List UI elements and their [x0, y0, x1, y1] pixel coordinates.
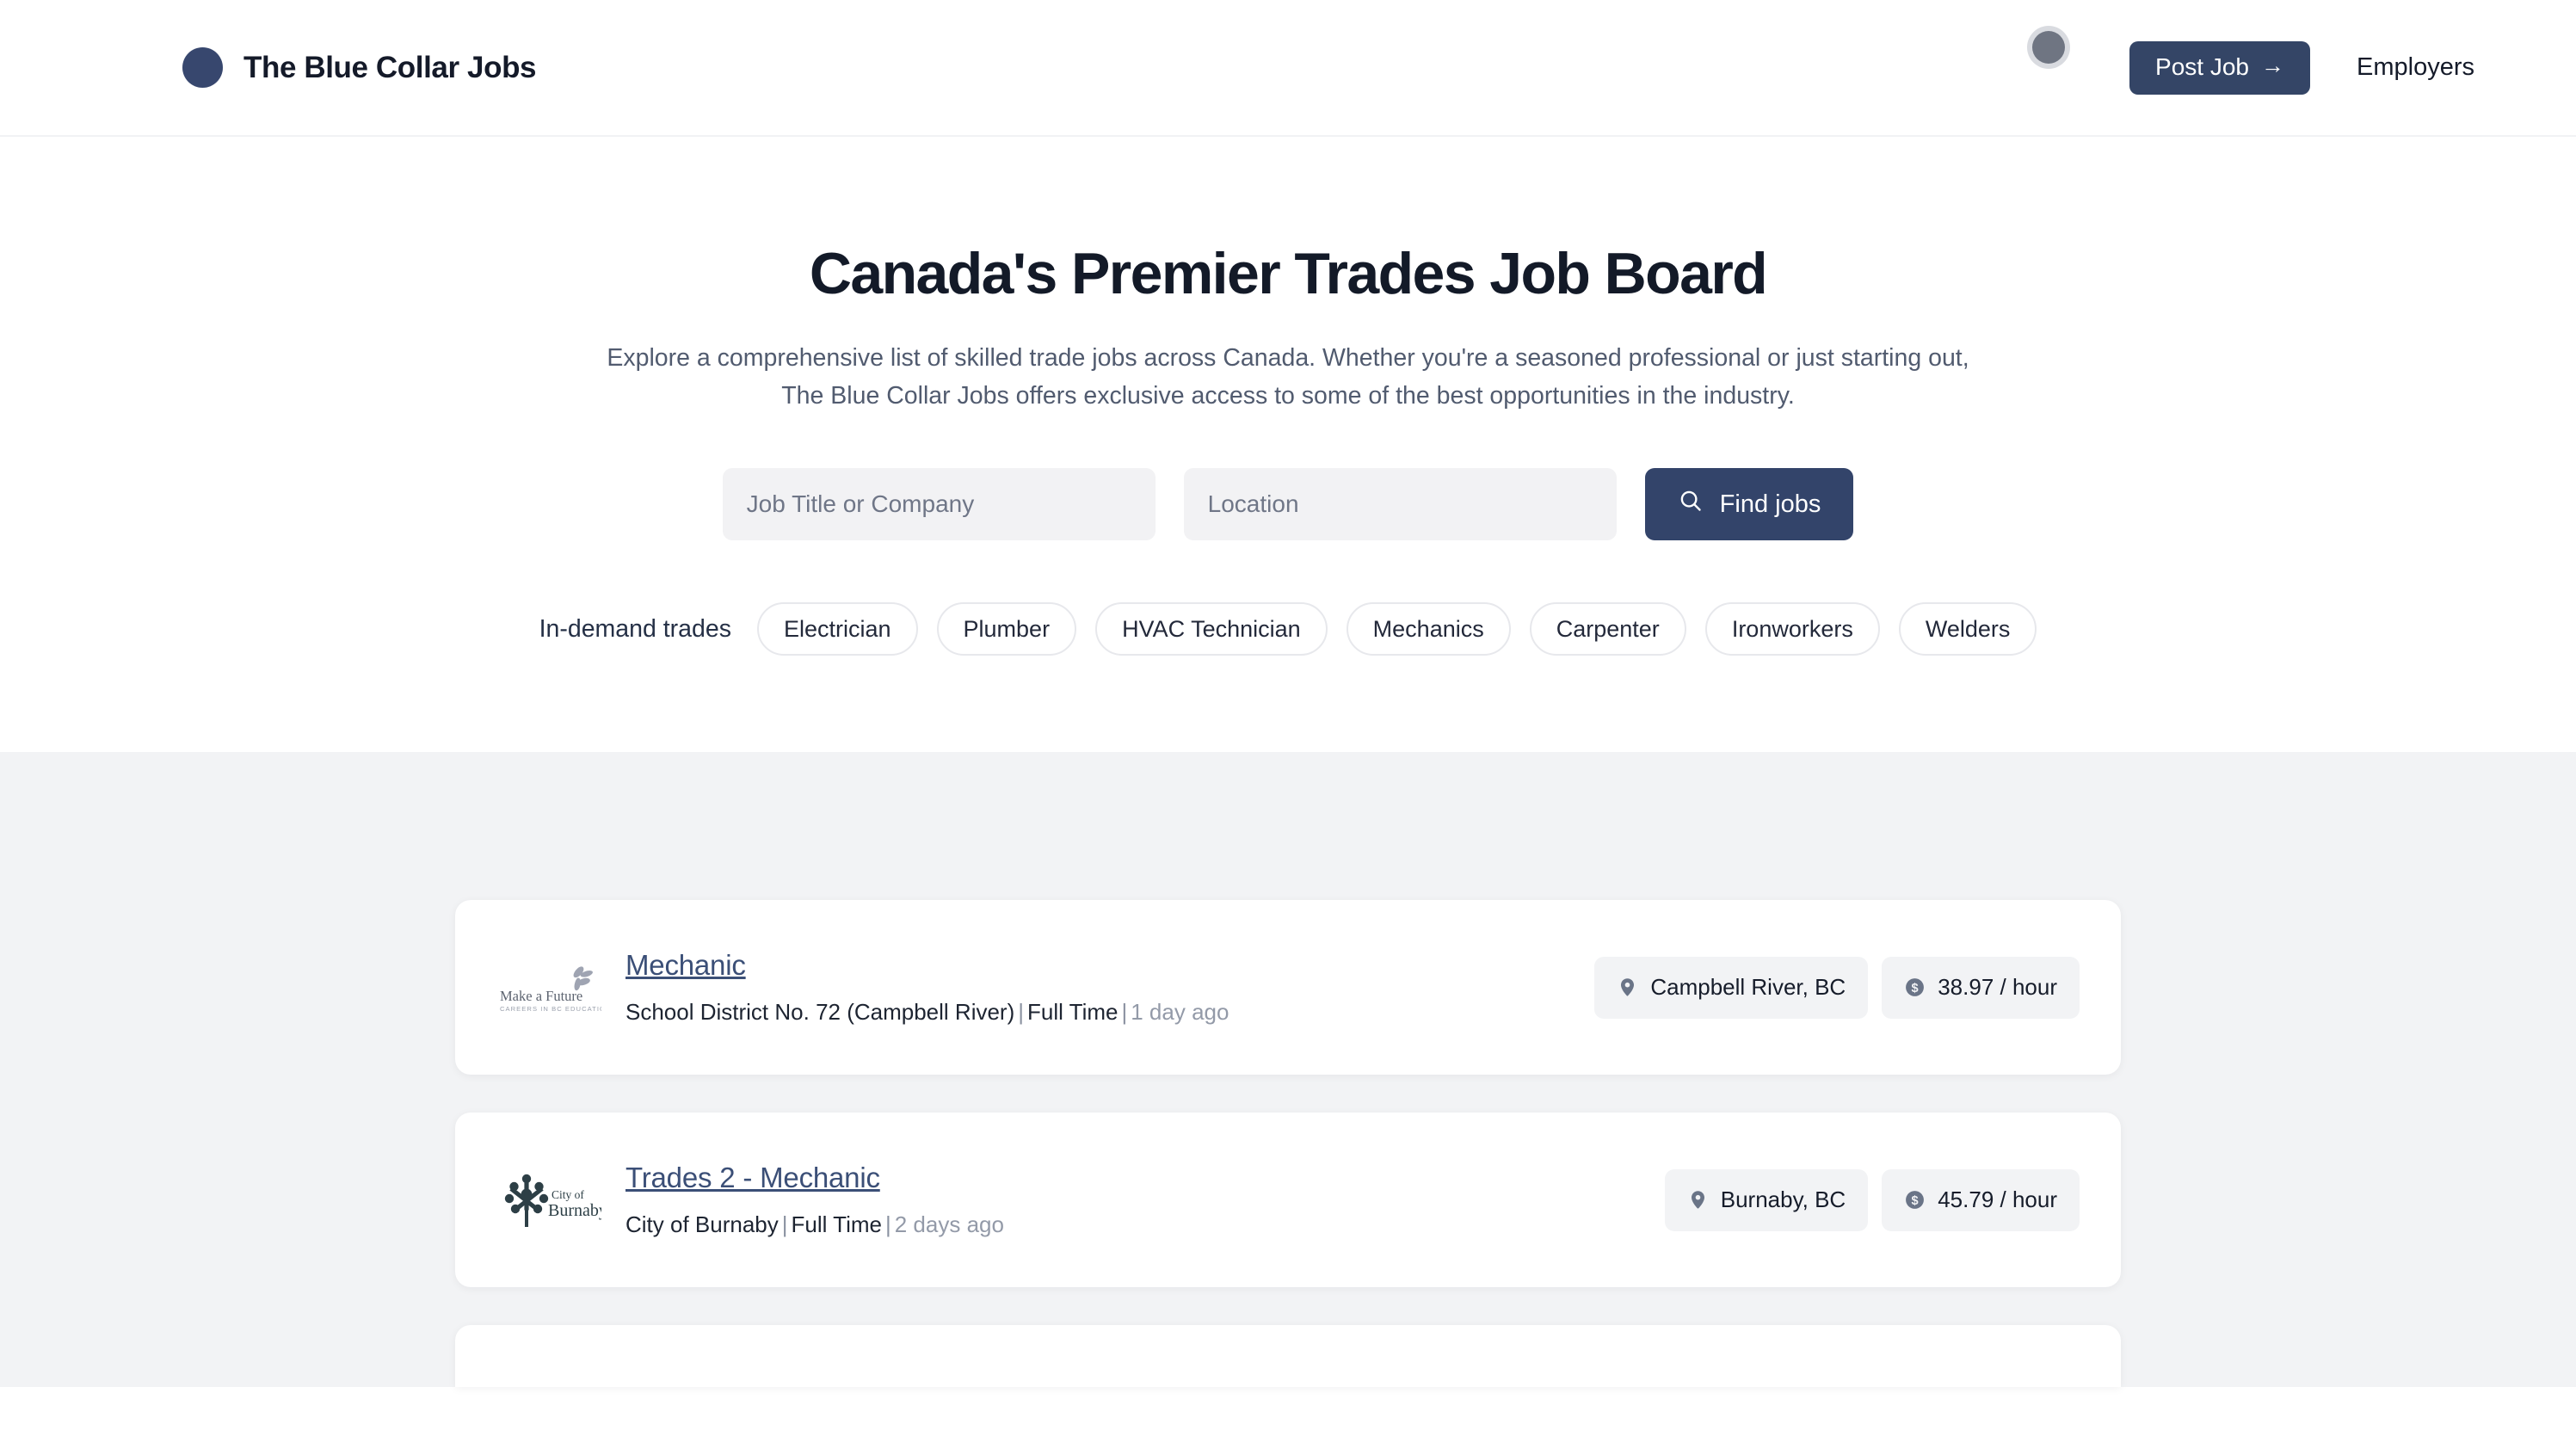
pay-text: 38.97 / hour [1938, 974, 2057, 1001]
arrow-right-icon: → [2261, 52, 2284, 78]
job-card-body: Trades 2 - Mechanic City of Burnaby | Full… [601, 1162, 1665, 1238]
location-input[interactable] [1183, 468, 1617, 541]
location-text: Campbell River, BC [1650, 974, 1846, 1001]
meta-separator: | [781, 1211, 788, 1238]
trade-chip-plumber[interactable]: Plumber [936, 602, 1077, 656]
job-employment-type: Full Time [1027, 999, 1119, 1026]
pay-badge: $ 38.97 / hour [1882, 956, 2080, 1019]
svg-text:Burnaby: Burnaby [548, 1201, 601, 1220]
employers-link[interactable]: Employers [2357, 53, 2474, 82]
job-meta: City of Burnaby | Full Time | 2 days ago [626, 1211, 1665, 1238]
trade-chip-hvac-technician[interactable]: HVAC Technician [1095, 602, 1328, 656]
brand-logo-icon [182, 47, 223, 88]
job-title-link[interactable]: Mechanic [626, 949, 746, 982]
job-company: City of Burnaby [626, 1211, 779, 1238]
svg-text:CAREERS IN BC EDUCATION: CAREERS IN BC EDUCATION [500, 1005, 601, 1013]
search-icon [1678, 488, 1704, 521]
trade-chip-electrician[interactable]: Electrician [756, 602, 918, 656]
meta-separator: | [884, 1211, 891, 1238]
dollar-circle-icon: $ [1904, 1189, 1926, 1211]
meta-separator: | [1018, 999, 1025, 1026]
map-pin-icon [1617, 977, 1638, 998]
job-card[interactable]: Make a Future CAREERS IN BC EDUCATION Me… [455, 900, 2121, 1076]
mouse-cursor-indicator [2032, 31, 2065, 64]
hero-section: Canada's Premier Trades Job Board Explor… [0, 137, 2576, 753]
site-header: The Blue Collar Jobs Post Job → Employer… [0, 0, 2576, 137]
brand-name: The Blue Collar Jobs [243, 50, 537, 84]
in-demand-trades: In-demand trades Electrician Plumber HVA… [0, 602, 2576, 752]
in-demand-trades-label: In-demand trades [539, 614, 731, 643]
trade-chip-welders[interactable]: Welders [1898, 602, 2037, 656]
pay-text: 45.79 / hour [1938, 1187, 2057, 1213]
post-job-label: Post Job [2155, 52, 2249, 80]
trade-chip-mechanics[interactable]: Mechanics [1346, 602, 1511, 656]
svg-text:Make a Future: Make a Future [500, 988, 582, 1004]
job-title-link[interactable]: Trades 2 - Mechanic [626, 1162, 880, 1194]
svg-text:$: $ [1912, 982, 1919, 995]
job-posted-age: 1 day ago [1131, 999, 1229, 1026]
job-badges: Burnaby, BC $ 45.79 / hour [1664, 1168, 2080, 1231]
job-meta: School District No. 72 (Campbell River) |… [626, 999, 1594, 1026]
find-jobs-label: Find jobs [1719, 490, 1821, 518]
make-a-future-logo-icon: Make a Future CAREERS IN BC EDUCATION [495, 956, 601, 1020]
svg-text:$: $ [1912, 1194, 1919, 1208]
page-title: Canada's Premier Trades Job Board [809, 241, 1768, 306]
pay-badge: $ 45.79 / hour [1882, 1168, 2080, 1231]
search-bar: Find jobs [0, 468, 2576, 541]
job-badges: Campbell River, BC $ 38.97 / hour [1594, 956, 2080, 1019]
job-card[interactable]: City of Burnaby Trades 2 - Mechanic City… [455, 1113, 2121, 1288]
map-pin-icon [1687, 1189, 1709, 1211]
brand[interactable]: The Blue Collar Jobs [182, 47, 537, 88]
trade-chip-ironworkers[interactable]: Ironworkers [1704, 602, 1880, 656]
meta-separator: | [1121, 999, 1128, 1026]
job-posted-age: 2 days ago [894, 1211, 1004, 1238]
job-listings: Make a Future CAREERS IN BC EDUCATION Me… [455, 900, 2121, 1388]
city-of-burnaby-logo-icon: City of Burnaby [495, 1168, 601, 1232]
location-text: Burnaby, BC [1720, 1187, 1846, 1213]
job-title-input[interactable] [722, 468, 1156, 541]
job-employment-type: Full Time [791, 1211, 882, 1238]
job-company: School District No. 72 (Campbell River) [626, 999, 1015, 1026]
header-nav: Post Job → Employers [2129, 40, 2474, 95]
find-jobs-button[interactable]: Find jobs [1644, 468, 1854, 541]
location-badge: Burnaby, BC [1664, 1168, 1869, 1231]
hero-subtitle: Explore a comprehensive list of skilled … [607, 343, 1969, 410]
dollar-circle-icon: $ [1904, 977, 1926, 998]
location-badge: Campbell River, BC [1594, 956, 1869, 1019]
trade-chip-carpenter[interactable]: Carpenter [1529, 602, 1686, 656]
svg-text:City of: City of [552, 1188, 584, 1201]
job-card[interactable] [455, 1325, 2121, 1388]
post-job-button[interactable]: Post Job → [2129, 40, 2310, 95]
job-listings-section: Make a Future CAREERS IN BC EDUCATION Me… [0, 752, 2576, 1388]
job-card-body: Mechanic School District No. 72 (Campbel… [601, 949, 1594, 1026]
